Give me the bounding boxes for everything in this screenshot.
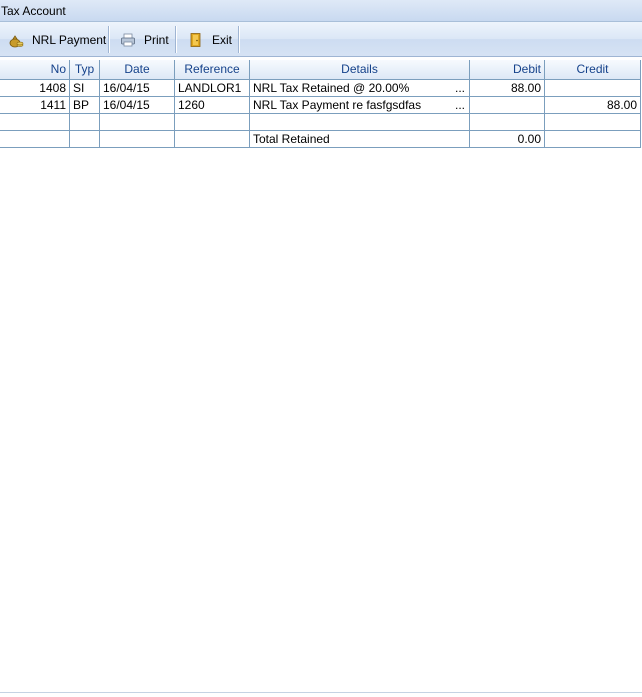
print-label: Print bbox=[144, 32, 169, 47]
exit-button[interactable]: Exit bbox=[188, 26, 232, 53]
table-row-empty[interactable] bbox=[0, 114, 641, 131]
column-header-no[interactable]: No bbox=[0, 60, 70, 80]
cell-debit bbox=[470, 114, 545, 131]
details-text: NRL Tax Payment re fasfgsdfas bbox=[253, 98, 422, 112]
column-header-credit[interactable]: Credit bbox=[545, 60, 641, 80]
print-button[interactable]: Print bbox=[120, 26, 169, 53]
cell-reference bbox=[175, 114, 250, 131]
toolbar-separator bbox=[175, 26, 177, 53]
toolbar-separator bbox=[238, 26, 240, 53]
toolbar: NRL Payment Print Exit bbox=[0, 22, 642, 57]
cell-typ bbox=[70, 114, 100, 131]
table-total-row: Total Retained 0.00 bbox=[0, 131, 641, 148]
printer-icon bbox=[120, 32, 136, 48]
cell-credit bbox=[545, 131, 641, 148]
bottom-border bbox=[0, 692, 642, 693]
column-header-debit[interactable]: Debit bbox=[470, 60, 545, 80]
nrl-payment-button[interactable]: NRL Payment bbox=[8, 26, 106, 53]
cell-debit bbox=[470, 97, 545, 114]
cell-date: 16/04/15 bbox=[100, 97, 175, 114]
cell-reference: LANDLOR1 bbox=[175, 80, 250, 97]
window-title: Tax Account bbox=[1, 4, 66, 18]
cell-date bbox=[100, 131, 175, 148]
cell-no: 1408 bbox=[0, 80, 70, 97]
exit-door-icon bbox=[188, 32, 204, 48]
cell-credit bbox=[545, 80, 641, 97]
cell-no bbox=[0, 131, 70, 148]
cell-credit: 88.00 bbox=[545, 97, 641, 114]
window-titlebar: Tax Account bbox=[0, 0, 642, 22]
nrl-payment-label: NRL Payment bbox=[32, 32, 107, 47]
table-row[interactable]: 1408 SI 16/04/15 LANDLOR1 NRL Tax Retain… bbox=[0, 80, 641, 97]
cell-typ: BP bbox=[70, 97, 100, 114]
cell-typ bbox=[70, 131, 100, 148]
cell-date bbox=[100, 114, 175, 131]
exit-label: Exit bbox=[212, 32, 233, 47]
column-header-date[interactable]: Date bbox=[100, 60, 175, 80]
cell-credit bbox=[545, 114, 641, 131]
toolbar-separator bbox=[108, 26, 110, 53]
money-bag-icon bbox=[8, 32, 24, 48]
table-row[interactable]: 1411 BP 16/04/15 1260 NRL Tax Payment re… bbox=[0, 97, 641, 114]
cell-details: NRL Tax Retained @ 20.00% ... bbox=[250, 80, 470, 97]
cell-debit: 88.00 bbox=[470, 80, 545, 97]
total-retained-label: Total Retained bbox=[250, 131, 470, 148]
cell-typ: SI bbox=[70, 80, 100, 97]
cell-details bbox=[250, 114, 470, 131]
cell-details: NRL Tax Payment re fasfgsdfas ... bbox=[250, 97, 470, 114]
total-retained-debit: 0.00 bbox=[470, 131, 545, 148]
cell-no bbox=[0, 114, 70, 131]
cell-reference: 1260 bbox=[175, 97, 250, 114]
details-ellipsis-button[interactable]: ... bbox=[455, 97, 465, 113]
details-text: NRL Tax Retained @ 20.00% bbox=[253, 81, 410, 95]
column-header-typ[interactable]: Typ bbox=[70, 60, 100, 80]
cell-date: 16/04/15 bbox=[100, 80, 175, 97]
cell-reference bbox=[175, 131, 250, 148]
column-header-details[interactable]: Details bbox=[250, 60, 470, 80]
cell-no: 1411 bbox=[0, 97, 70, 114]
grid-header-row: No Typ Date Reference Details Debit Cred… bbox=[0, 60, 641, 80]
column-header-reference[interactable]: Reference bbox=[175, 60, 250, 80]
details-ellipsis-button[interactable]: ... bbox=[455, 80, 465, 96]
